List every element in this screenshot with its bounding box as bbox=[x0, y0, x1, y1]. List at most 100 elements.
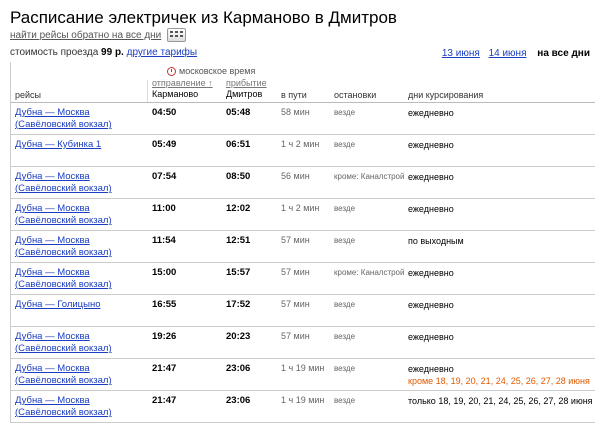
route-link[interactable]: Дубна — Москва (Савёловский вокзал) bbox=[15, 395, 145, 419]
arrival-time: 08:50 bbox=[226, 171, 251, 182]
route-link[interactable]: Дубна — Москва (Савёловский вокзал) bbox=[15, 107, 145, 131]
col-header-stops: остановки bbox=[334, 90, 377, 100]
table-body: Дубна — Москва (Савёловский вокзал) 04:50… bbox=[11, 103, 595, 423]
route-link[interactable]: Дубна — Москва (Савёловский вокзал) bbox=[15, 235, 145, 259]
arrival-sort-link[interactable]: прибытие bbox=[226, 78, 267, 89]
travel-duration: 57 мин bbox=[281, 299, 310, 309]
travel-duration: 1 ч 2 мин bbox=[281, 203, 320, 213]
col-header-departure[interactable]: отправление ↑ Карманово bbox=[152, 78, 213, 100]
date-link-14[interactable]: 14 июня bbox=[489, 48, 527, 59]
departure-station: Карманово bbox=[152, 89, 199, 99]
table-row: Дубна — Кубинка 1 05:49 06:51 1 ч 2 мин везд… bbox=[11, 135, 595, 167]
stops-info: везде bbox=[334, 140, 356, 149]
arrival-time: 06:51 bbox=[226, 139, 251, 150]
departure-time: 11:00 bbox=[152, 203, 176, 214]
days-text: ежедневно bbox=[408, 300, 454, 310]
days-text: ежедневно bbox=[408, 332, 454, 342]
departure-sort-link[interactable]: отправление ↑ bbox=[152, 78, 213, 89]
column-divider bbox=[147, 80, 148, 102]
travel-duration: 1 ч 19 мин bbox=[281, 395, 325, 405]
travel-duration: 58 мин bbox=[281, 107, 310, 117]
travel-duration: 57 мин bbox=[281, 267, 310, 277]
keyboard-icon[interactable] bbox=[167, 28, 187, 42]
reverse-search-row: найти рейсы обратно на все дни bbox=[10, 28, 187, 42]
price-label: стоимость проезда bbox=[10, 47, 99, 58]
departure-time: 16:55 bbox=[152, 299, 177, 310]
arrival-station: Дмитров bbox=[226, 89, 263, 99]
moscow-time-note: московское время bbox=[167, 66, 255, 76]
table-row: Дубна — Москва (Савёловский вокзал) 07:54… bbox=[11, 167, 595, 199]
running-days: ежедневно bbox=[408, 203, 454, 215]
running-days: ежедневно bbox=[408, 267, 454, 279]
travel-duration: 56 мин bbox=[281, 171, 310, 181]
days-text: по выходным bbox=[408, 236, 464, 246]
departure-time: 05:49 bbox=[152, 139, 177, 150]
arrival-time: 05:48 bbox=[226, 107, 251, 118]
stops-info: везде bbox=[334, 204, 356, 213]
running-days: ежедневно кроме 18, 19, 20, 21, 24, 25, 2… bbox=[408, 363, 590, 387]
days-text: только 18, 19, 20, 21, 24, 25, 26, 27, 2… bbox=[408, 396, 593, 406]
col-header-routes: рейсы bbox=[15, 90, 42, 100]
table-row: Дубна — Москва (Савёловский вокзал) 19:26… bbox=[11, 327, 595, 359]
travel-duration: 1 ч 2 мин bbox=[281, 139, 320, 149]
stops-info: везде bbox=[334, 300, 356, 309]
running-days: ежедневно bbox=[408, 331, 454, 343]
travel-duration: 57 мин bbox=[281, 235, 310, 245]
table-row: Дубна — Москва (Савёловский вокзал) 11:54… bbox=[11, 231, 595, 263]
arrival-time: 12:02 bbox=[226, 203, 251, 214]
stops-info: кроме: Каналстрой bbox=[334, 172, 405, 181]
departure-time: 11:54 bbox=[152, 235, 176, 246]
days-text: ежедневно bbox=[408, 140, 454, 150]
table-row: Дубна — Москва (Савёловский вокзал) 21:47… bbox=[11, 391, 595, 423]
price-value: 99 р. bbox=[101, 47, 124, 58]
departure-time: 04:50 bbox=[152, 107, 177, 118]
stops-info: везде bbox=[334, 364, 356, 373]
running-days: ежедневно bbox=[408, 107, 454, 119]
arrival-time: 20:23 bbox=[226, 331, 251, 342]
route-link[interactable]: Дубна — Москва (Савёловский вокзал) bbox=[15, 171, 145, 195]
moscow-time-label: московское время bbox=[179, 66, 256, 76]
departure-time: 15:00 bbox=[152, 267, 177, 278]
route-link[interactable]: Дубна — Москва (Савёловский вокзал) bbox=[15, 203, 145, 227]
departure-time: 21:47 bbox=[152, 363, 177, 374]
route-link[interactable]: Дубна — Москва (Савёловский вокзал) bbox=[15, 363, 145, 387]
col-header-days: дни курсирования bbox=[408, 90, 484, 100]
arrival-time: 23:06 bbox=[226, 363, 251, 374]
stops-info: кроме: Каналстрой bbox=[334, 268, 405, 277]
departure-time: 07:54 bbox=[152, 171, 177, 182]
running-days: ежедневно bbox=[408, 171, 454, 183]
table-row: Дубна — Москва (Савёловский вокзал) 04:50… bbox=[11, 103, 595, 135]
col-header-duration: в пути bbox=[281, 90, 307, 100]
table-header: рейсы московское время отправление ↑ Кар… bbox=[11, 62, 595, 103]
other-tariffs-link[interactable]: другие тарифы bbox=[127, 47, 197, 58]
days-exception: кроме 18, 19, 20, 21, 24, 25, 26, 27, 28… bbox=[408, 376, 590, 386]
date-all-days-current: на все дни bbox=[537, 48, 590, 59]
table-row: Дубна — Голицыно 16:55 17:52 57 мин везде еже… bbox=[11, 295, 595, 327]
route-link[interactable]: Дубна — Кубинка 1 bbox=[15, 139, 145, 151]
days-text: ежедневно bbox=[408, 204, 454, 214]
route-link[interactable]: Дубна — Голицыно bbox=[15, 299, 145, 311]
days-text: ежедневно bbox=[408, 364, 454, 374]
col-header-arrival[interactable]: прибытие Дмитров bbox=[226, 78, 267, 100]
travel-duration: 57 мин bbox=[281, 331, 310, 341]
days-text: ежедневно bbox=[408, 108, 454, 118]
running-days: ежедневно bbox=[408, 299, 454, 311]
travel-duration: 1 ч 19 мин bbox=[281, 363, 325, 373]
date-link-13[interactable]: 13 июня bbox=[442, 48, 480, 59]
reverse-search-link[interactable]: найти рейсы обратно на все дни bbox=[10, 30, 161, 41]
running-days: только 18, 19, 20, 21, 24, 25, 26, 27, 2… bbox=[408, 395, 593, 407]
route-link[interactable]: Дубна — Москва (Савёловский вокзал) bbox=[15, 267, 145, 291]
running-days: по выходным bbox=[408, 235, 464, 247]
table-row: Дубна — Москва (Савёловский вокзал) 15:00… bbox=[11, 263, 595, 295]
date-navigation: 13 июня 14 июня на все дни bbox=[436, 48, 590, 59]
arrival-time: 15:57 bbox=[226, 267, 251, 278]
page-title: Расписание электричек из Карманово в Дми… bbox=[10, 8, 397, 27]
table-row: Дубна — Москва (Савёловский вокзал) 11:00… bbox=[11, 199, 595, 231]
route-link[interactable]: Дубна — Москва (Савёловский вокзал) bbox=[15, 331, 145, 355]
arrival-time: 17:52 bbox=[226, 299, 251, 310]
stops-info: везде bbox=[334, 108, 356, 117]
running-days: ежедневно bbox=[408, 139, 454, 151]
departure-time: 19:26 bbox=[152, 331, 177, 342]
price-row: стоимость проезда 99 р. другие тарифы bbox=[10, 47, 197, 58]
days-text: ежедневно bbox=[408, 268, 454, 278]
